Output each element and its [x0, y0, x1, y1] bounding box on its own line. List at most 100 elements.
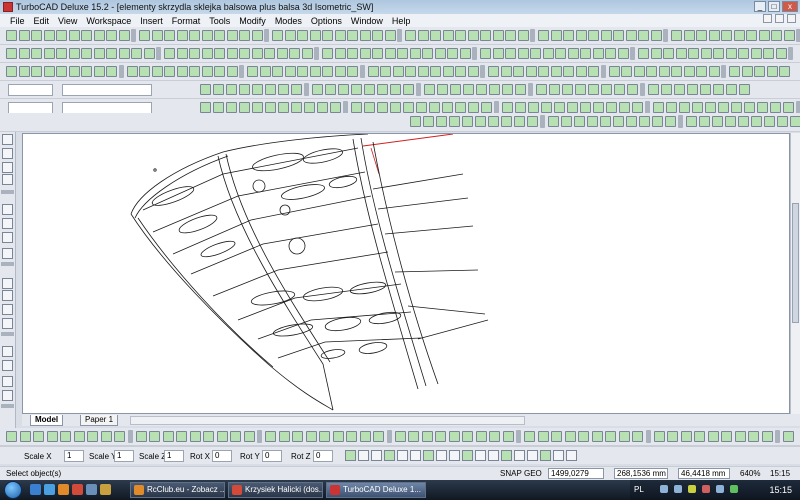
menu-window[interactable]: Window — [351, 16, 383, 26]
tool-button-icon[interactable] — [608, 66, 620, 77]
tool-button-icon[interactable] — [397, 450, 408, 461]
tool-button-icon[interactable] — [542, 48, 554, 59]
start-button[interactable] — [4, 481, 22, 499]
tool-button-icon[interactable] — [671, 66, 682, 77]
tool-button-icon[interactable] — [213, 84, 224, 95]
tool-button-icon[interactable] — [332, 431, 344, 442]
tool-button-icon[interactable] — [6, 48, 17, 59]
tool-button-icon[interactable] — [696, 30, 707, 41]
tool-button-icon[interactable] — [661, 84, 672, 95]
tool-button-icon[interactable] — [633, 66, 645, 77]
tool-button-icon[interactable] — [653, 102, 664, 113]
tool-button-icon[interactable] — [502, 84, 513, 95]
tool-button-icon[interactable] — [359, 30, 371, 41]
tool-button-icon[interactable] — [554, 102, 565, 113]
tool-button-icon[interactable] — [252, 102, 263, 113]
tool-button-icon[interactable] — [239, 30, 250, 41]
tool-button-icon[interactable] — [265, 84, 276, 95]
tool-button-icon[interactable] — [384, 450, 395, 461]
tool-button-icon[interactable] — [525, 66, 537, 77]
doc-restore-icon[interactable] — [775, 14, 784, 23]
tray-security-icon[interactable] — [702, 485, 710, 493]
tool-button-icon[interactable] — [346, 431, 357, 442]
tool-button-icon[interactable] — [741, 66, 753, 77]
tool-button-icon[interactable] — [536, 84, 547, 95]
tool-button-icon[interactable] — [738, 48, 749, 59]
tool-button-icon[interactable] — [176, 48, 188, 59]
tool-button-icon[interactable] — [251, 30, 263, 41]
tool-button-icon[interactable] — [189, 48, 200, 59]
tab-model[interactable]: Model — [30, 415, 64, 426]
tool-button-icon[interactable] — [226, 102, 237, 113]
tool-button-icon[interactable] — [226, 84, 237, 95]
menu-modify[interactable]: Modify — [239, 16, 266, 26]
tool-button-icon[interactable] — [81, 30, 92, 41]
tray-update-icon[interactable] — [716, 485, 724, 493]
tool-button-icon[interactable] — [462, 116, 473, 127]
tool-button-icon[interactable] — [679, 102, 690, 113]
tool-button-icon[interactable] — [68, 48, 80, 59]
tool-button-icon[interactable] — [301, 48, 313, 59]
tool-button-icon[interactable] — [707, 431, 719, 442]
tool-button-icon[interactable] — [114, 431, 125, 442]
tool-button-icon[interactable] — [627, 84, 638, 95]
tool-button-icon[interactable] — [317, 102, 328, 113]
tool-button-icon[interactable] — [226, 66, 238, 77]
menu-file[interactable]: File — [10, 16, 25, 26]
tool-button-icon[interactable] — [292, 431, 303, 442]
tool-button-icon[interactable] — [31, 48, 42, 59]
tool-button-icon[interactable] — [239, 102, 250, 113]
tool-button-icon[interactable] — [164, 66, 175, 77]
tool-button-icon[interactable] — [330, 102, 341, 113]
tool-button-icon[interactable] — [648, 84, 659, 95]
tool-button-icon[interactable] — [675, 48, 687, 59]
tool-button-icon[interactable] — [447, 48, 458, 59]
tool-button-icon[interactable] — [783, 431, 794, 442]
tool-button-icon[interactable] — [364, 102, 375, 113]
tool-button-icon[interactable] — [744, 102, 755, 113]
tool-button-icon[interactable] — [614, 84, 625, 95]
tool-button-icon[interactable] — [606, 102, 617, 113]
tool-button-icon[interactable] — [309, 66, 321, 77]
tool-button-icon[interactable] — [151, 30, 163, 41]
tool-button-icon[interactable] — [33, 431, 44, 442]
tool-button-icon[interactable] — [2, 218, 13, 229]
tool-button-icon[interactable] — [201, 48, 213, 59]
canvas-vertical-scrollbar[interactable] — [790, 133, 800, 414]
tool-button-icon[interactable] — [734, 431, 746, 442]
tool-button-icon[interactable] — [377, 102, 388, 113]
tool-button-icon[interactable] — [176, 66, 188, 77]
tool-button-icon[interactable] — [2, 376, 13, 387]
tool-button-icon[interactable] — [683, 66, 695, 77]
tool-button-icon[interactable] — [674, 84, 685, 95]
tool-button-icon[interactable] — [410, 450, 421, 461]
tool-button-icon[interactable] — [468, 102, 479, 113]
tool-button-icon[interactable] — [214, 30, 225, 41]
close-button[interactable]: x — [782, 1, 798, 12]
tool-button-icon[interactable] — [450, 84, 461, 95]
tool-button-icon[interactable] — [367, 66, 379, 77]
tool-button-icon[interactable] — [358, 450, 369, 461]
tool-button-icon[interactable] — [538, 66, 549, 77]
tool-button-icon[interactable] — [214, 66, 225, 77]
tool-button-icon[interactable] — [272, 30, 283, 41]
tool-button-icon[interactable] — [463, 84, 474, 95]
tool-button-icon[interactable] — [377, 84, 388, 95]
tool-button-icon[interactable] — [93, 66, 105, 77]
tool-button-icon[interactable] — [548, 116, 559, 127]
tool-button-icon[interactable] — [588, 84, 599, 95]
tool-button-icon[interactable] — [517, 30, 529, 41]
tool-button-icon[interactable] — [725, 116, 736, 127]
tool-button-icon[interactable] — [289, 48, 300, 59]
tool-button-icon[interactable] — [646, 66, 657, 77]
tool-button-icon[interactable] — [416, 102, 427, 113]
tool-button-icon[interactable] — [587, 116, 598, 127]
menu-format[interactable]: Format — [172, 16, 201, 26]
tool-button-icon[interactable] — [580, 102, 591, 113]
tool-button-icon[interactable] — [528, 102, 539, 113]
tool-button-icon[interactable] — [2, 318, 13, 329]
tool-button-icon[interactable] — [200, 84, 211, 95]
tool-button-icon[interactable] — [779, 66, 790, 77]
tool-button-icon[interactable] — [489, 84, 500, 95]
tool-button-icon[interactable] — [502, 102, 513, 113]
